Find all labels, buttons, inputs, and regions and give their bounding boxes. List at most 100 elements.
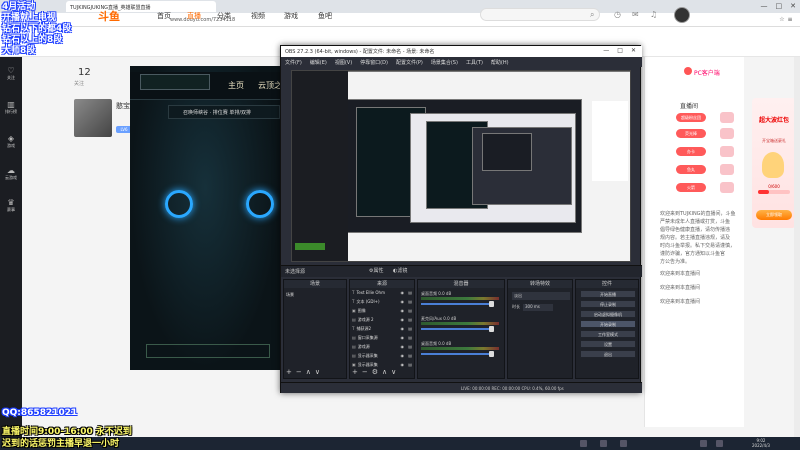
pc-client-link[interactable]: PC客户端 [694,68,720,77]
maximize-button[interactable]: □ [776,2,783,10]
ad-claim-button[interactable]: 立即领取 [756,210,792,220]
tray-icon[interactable] [620,440,627,447]
lock-icon[interactable]: ▤ [408,290,412,295]
nav-live[interactable]: 直播 [187,11,201,21]
rail-game[interactable]: ◈ 游戏 [0,134,22,149]
rail-rank[interactable]: ▥ 排行榜 [0,100,22,115]
minimize-button[interactable]: — [761,2,768,10]
properties-button[interactable]: ⚙属性 [369,267,383,274]
network-icon[interactable] [716,440,723,447]
user-avatar[interactable] [674,7,690,23]
obs-minimize-button[interactable]: — [603,47,609,54]
eye-icon[interactable]: ◉ [401,362,405,367]
source-row[interactable]: ▤ 显示器采集 ◉ ▤ [352,353,414,361]
volume-meter [421,297,499,300]
studio-mode-button[interactable]: 工作室模式 [580,330,636,338]
search-icon[interactable]: ⌕ [590,10,594,20]
rail-event[interactable]: ♛ 赛事 [0,198,22,213]
page-scrollbar[interactable] [794,57,800,437]
site-logo[interactable]: 斗鱼 [98,8,120,24]
duration-input[interactable]: 300 ms [523,304,553,311]
cloud-icon: ☁ [7,166,15,175]
fader-knob[interactable] [489,301,494,307]
obs-preview[interactable] [291,70,631,262]
filters-button[interactable]: ◐滤镜 [393,267,407,274]
fader-knob[interactable] [489,326,494,332]
settings-button[interactable]: 设置 [580,340,636,348]
nav-category[interactable]: 分类 [217,11,231,21]
volume-fader[interactable] [421,328,493,330]
volume-fader[interactable] [421,303,493,305]
nav-game[interactable]: 游戏 [284,11,298,21]
obs-menu-tools[interactable]: 工具(T) [462,57,487,67]
exit-button[interactable]: 退出 [580,350,636,358]
sources-footer-buttons[interactable]: +−⚙∧∨ [352,368,400,376]
source-row[interactable]: T Text Ellie Ohm ◉ ▤ [352,290,414,298]
lock-icon[interactable]: ▤ [408,335,412,340]
virtual-camera-button[interactable]: 启动虚拟摄像机 [580,310,636,318]
scenes-footer-buttons[interactable]: +−∧∨ [286,368,324,376]
mail-icon[interactable]: ✉ [632,10,639,19]
lock-icon[interactable]: ▤ [408,362,412,367]
gift-row[interactable]: 办卡 [676,146,736,158]
source-row[interactable]: T 捕获源2 ◉ ▤ [352,326,414,334]
nav-video[interactable]: 视频 [251,11,265,21]
streamer-name[interactable]: 憨宝 [116,101,130,111]
eye-icon[interactable]: ◉ [401,317,405,322]
search-input[interactable] [480,8,600,21]
gift-row[interactable]: 荧光棒 [676,128,736,140]
eye-icon[interactable]: ◉ [401,335,405,340]
eye-icon[interactable]: ◉ [401,308,405,313]
gift-row[interactable]: 超级粉丝团 [676,112,736,124]
obs-menu-docks[interactable]: 停靠窗口(D) [356,57,392,67]
close-button[interactable]: ✕ [790,2,796,10]
source-row[interactable]: T 文本 (GDI+) ◉ ▤ [352,299,414,307]
start-recording-button[interactable]: 开始录制 [580,320,636,328]
tray-icon[interactable] [580,440,587,447]
preview-overlay-text [295,243,325,250]
source-row[interactable]: ▤ 游戏源 2 ◉ ▤ [352,317,414,325]
obs-menu-edit[interactable]: 编辑(E) [306,57,331,67]
lock-icon[interactable]: ▤ [408,344,412,349]
fader-knob[interactable] [489,351,494,357]
start-streaming-button[interactable]: 开始直播 [580,290,636,298]
history-icon[interactable]: ◷ [614,10,621,19]
streamer-avatar[interactable] [74,99,112,137]
rail-cloud-game[interactable]: ☁ 云游戏 [0,166,22,181]
obs-menu-file[interactable]: 文件(F) [281,57,306,67]
eye-icon[interactable]: ◉ [401,353,405,358]
stop-recording-button[interactable]: 停止录制 [580,300,636,308]
taskbar-clock[interactable]: 9:02 2022/4/3 [752,438,770,448]
tray-icon[interactable] [600,440,607,447]
star-icon[interactable]: ☆ [778,16,786,24]
obs-menu-profile[interactable]: 配置文件(P) [392,57,427,67]
obs-maximize-button[interactable]: □ [617,47,623,54]
nav-fishbar[interactable]: 鱼吧 [318,11,332,21]
lock-icon[interactable]: ▤ [408,326,412,331]
menu-icon[interactable]: ≡ [786,16,794,24]
obs-menu-scene-collection[interactable]: 场景集合(S) [427,57,462,67]
lock-icon[interactable]: ▤ [408,317,412,322]
source-row[interactable]: ▤ 游戏源 ◉ ▤ [352,344,414,352]
scene-item[interactable]: 场景 [286,292,294,298]
obs-close-button[interactable]: ✕ [631,47,636,54]
rail-follow[interactable]: ♡ 关注 [0,66,22,81]
eye-icon[interactable]: ◉ [401,326,405,331]
lock-icon[interactable]: ▤ [408,353,412,358]
transition-select[interactable]: 淡出 [512,292,570,300]
source-row[interactable]: ▣ 图像 ◉ ▤ [352,308,414,316]
gift-row[interactable]: 火箭 [676,182,736,194]
eye-icon[interactable]: ◉ [401,344,405,349]
lock-icon[interactable]: ▤ [408,299,412,304]
obs-menu-help[interactable]: 帮助(H) [487,57,513,67]
nav-home[interactable]: 首页 [157,11,171,21]
eye-icon[interactable]: ◉ [401,299,405,304]
volume-fader[interactable] [421,353,493,355]
gift-row[interactable]: 鱼丸 [676,164,736,176]
notify-icon[interactable]: ♫ [650,10,657,19]
obs-menu-view[interactable]: 视图(V) [331,57,356,67]
lock-icon[interactable]: ▤ [408,308,412,313]
volume-icon[interactable] [700,440,707,447]
source-row[interactable]: ▤ 窗口采集源 ◉ ▤ [352,335,414,343]
eye-icon[interactable]: ◉ [401,290,405,295]
